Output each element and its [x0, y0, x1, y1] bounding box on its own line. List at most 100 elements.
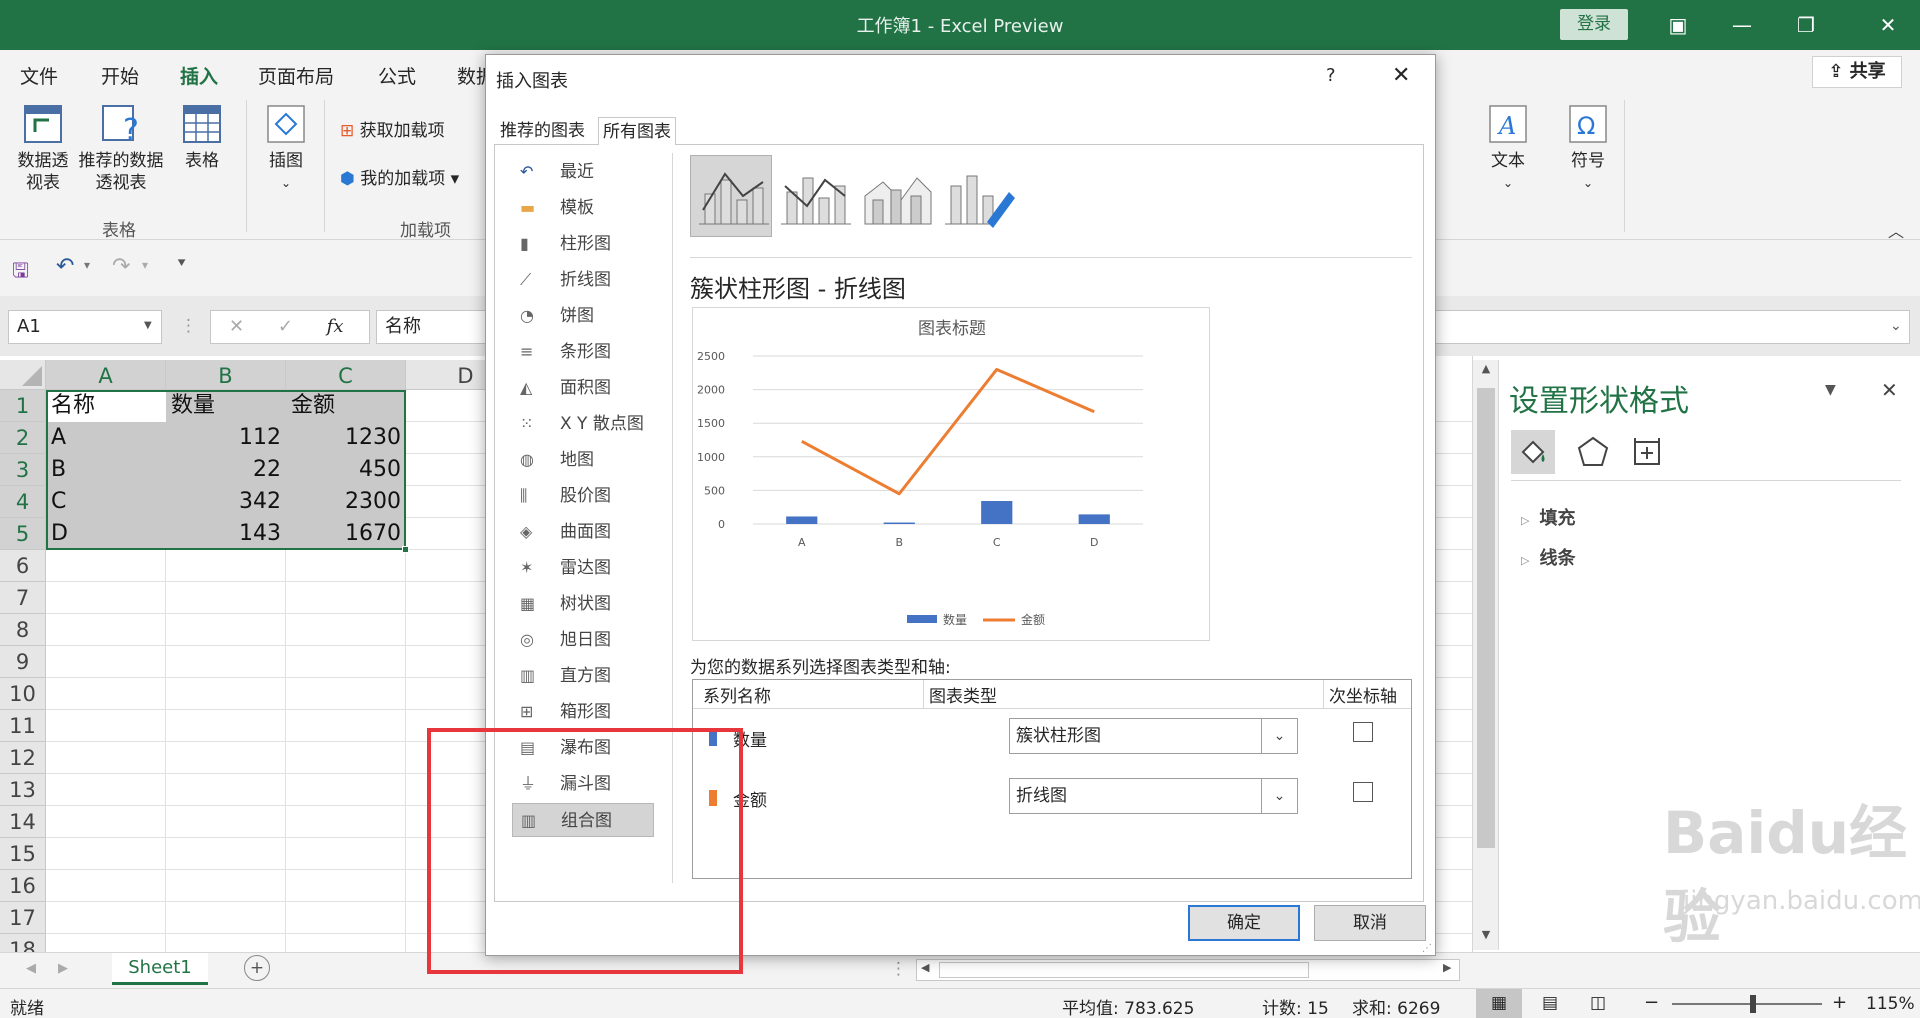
row-header[interactable]: 3: [0, 454, 46, 486]
undo-icon[interactable]: ↶: [56, 254, 74, 279]
chart-type-item[interactable]: ◭ 面积图: [512, 371, 654, 405]
close-window-icon[interactable]: ✕: [1856, 0, 1920, 50]
series-1-type-select[interactable]: 簇状柱形图 ⌄: [1009, 718, 1298, 754]
symbol-button[interactable]: Ω 符号 ⌄: [1560, 102, 1616, 194]
cell-b2[interactable]: 112: [166, 422, 286, 454]
row-header[interactable]: 5: [0, 518, 46, 550]
login-button[interactable]: 登录: [1560, 9, 1628, 40]
name-box[interactable]: A1: [8, 310, 162, 344]
next-sheet-icon[interactable]: ▶: [58, 961, 68, 976]
tab-page-layout[interactable]: 页面布局: [258, 62, 334, 89]
chart-type-item[interactable]: ◈ 曲面图: [512, 515, 654, 549]
zoom-in-icon[interactable]: +: [1832, 992, 1847, 1013]
cell-c5[interactable]: 1670: [286, 518, 406, 550]
chart-type-item[interactable]: ⁙ X Y 散点图: [512, 407, 654, 441]
row-header[interactable]: 4: [0, 486, 46, 518]
fill-line-tab[interactable]: [1511, 430, 1555, 474]
dialog-close-icon[interactable]: ✕: [1392, 63, 1410, 88]
cell-a1[interactable]: 名称: [46, 390, 166, 422]
column-header-c[interactable]: C: [286, 360, 406, 390]
chart-type-item[interactable]: ▮ 柱形图: [512, 227, 654, 261]
cell-a3[interactable]: B: [46, 454, 166, 486]
tab-insert[interactable]: 插入: [180, 62, 219, 98]
cancel-entry-icon[interactable]: ✕: [229, 316, 244, 337]
effects-pentagon-icon[interactable]: [1575, 434, 1611, 470]
insert-function-icon[interactable]: fx: [327, 316, 344, 337]
cell-c2[interactable]: 1230: [286, 422, 406, 454]
cell-c4[interactable]: 2300: [286, 486, 406, 518]
chart-type-item[interactable]: ▦ 树状图: [512, 587, 654, 621]
size-properties-icon[interactable]: [1629, 434, 1665, 470]
add-sheet-icon[interactable]: +: [244, 955, 270, 981]
cell-a5[interactable]: D: [46, 518, 166, 550]
zoom-slider-thumb[interactable]: [1750, 995, 1756, 1013]
share-button[interactable]: ⇪ 共享: [1812, 56, 1902, 88]
minimize-icon[interactable]: —: [1710, 0, 1774, 50]
zoom-slider[interactable]: [1672, 1003, 1822, 1005]
row-header[interactable]: 15: [0, 838, 46, 870]
chart-type-item[interactable]: ◍ 地图: [512, 443, 654, 477]
pivot-table-button[interactable]: 数据透视表: [10, 102, 76, 194]
chart-type-item[interactable]: ⟋ 折线图: [512, 263, 654, 297]
chart-type-item[interactable]: ▥ 直方图: [512, 659, 654, 693]
sheet-tab-sheet1[interactable]: Sheet1: [112, 953, 208, 985]
cell-a4[interactable]: C: [46, 486, 166, 518]
prev-sheet-icon[interactable]: ◀: [26, 961, 36, 976]
tab-file[interactable]: 文件: [20, 62, 58, 89]
restore-icon[interactable]: ❐: [1774, 0, 1838, 50]
page-break-view-icon[interactable]: ◫: [1590, 993, 1606, 1013]
page-layout-view-icon[interactable]: ▤: [1542, 993, 1558, 1013]
ok-button[interactable]: 确定: [1188, 905, 1300, 941]
get-addins-button[interactable]: ⊞ 获取加载项: [340, 120, 445, 142]
redo-icon[interactable]: ↷: [112, 254, 130, 279]
text-button[interactable]: A 文本 ⌄: [1480, 102, 1536, 194]
scroll-right-icon[interactable]: ▶: [1443, 961, 1451, 974]
chart-type-item[interactable]: ↶ 最近: [512, 155, 654, 189]
column-header-a[interactable]: A: [46, 360, 166, 390]
cell-b5[interactable]: 143: [166, 518, 286, 550]
scroll-left-icon[interactable]: ◀: [921, 961, 929, 974]
chart-type-item[interactable]: ✶ 雷达图: [512, 551, 654, 585]
confirm-entry-icon[interactable]: ✓: [278, 316, 293, 337]
row-header[interactable]: 11: [0, 710, 46, 742]
cell-b3[interactable]: 22: [166, 454, 286, 486]
row-header[interactable]: 1: [0, 390, 46, 422]
row-header[interactable]: 17: [0, 902, 46, 934]
help-icon[interactable]: ?: [1326, 65, 1336, 86]
zoom-out-icon[interactable]: −: [1644, 992, 1659, 1013]
recommended-pivot-button[interactable]: ? 推荐的数据透视表: [76, 102, 166, 194]
h-scroll-thumb[interactable]: [939, 962, 1309, 978]
scroll-thumb[interactable]: [1477, 388, 1495, 848]
resize-grip[interactable]: ⋰: [1422, 943, 1432, 954]
split-handle[interactable]: ⋮: [890, 959, 907, 979]
series-1-secondary-checkbox[interactable]: [1353, 722, 1373, 742]
scroll-up-icon[interactable]: ▲: [1476, 362, 1496, 382]
table-button[interactable]: 表格: [172, 102, 232, 172]
cell-c1[interactable]: 金额: [286, 390, 406, 422]
cell-c3[interactable]: 450: [286, 454, 406, 486]
pane-options-icon[interactable]: ▼: [1825, 382, 1836, 398]
row-header[interactable]: 13: [0, 774, 46, 806]
chart-type-item[interactable]: ◔ 饼图: [512, 299, 654, 333]
row-header[interactable]: 14: [0, 806, 46, 838]
ribbon-display-icon[interactable]: ▣: [1646, 0, 1710, 50]
close-pane-icon[interactable]: ✕: [1881, 378, 1898, 402]
row-header[interactable]: 9: [0, 646, 46, 678]
redo-dropdown-icon[interactable]: ▾: [142, 258, 148, 272]
row-header[interactable]: 12: [0, 742, 46, 774]
chart-type-item[interactable]: ◎ 旭日图: [512, 623, 654, 657]
subtype-column-line-secondary[interactable]: [772, 155, 854, 237]
normal-view-icon[interactable]: ▦: [1476, 989, 1522, 1018]
subtype-area-column[interactable]: [854, 155, 936, 237]
my-addins-button[interactable]: ⬢ 我的加载项 ▾: [340, 168, 459, 190]
row-header[interactable]: 16: [0, 870, 46, 902]
series-2-secondary-checkbox[interactable]: [1353, 782, 1373, 802]
tab-formulas[interactable]: 公式: [378, 62, 416, 89]
scroll-down-icon[interactable]: ▼: [1476, 928, 1496, 948]
save-icon[interactable]: 🖫: [12, 256, 29, 290]
chart-type-item[interactable]: ≡ 条形图: [512, 335, 654, 369]
cell-b4[interactable]: 342: [166, 486, 286, 518]
zoom-level[interactable]: 115%: [1866, 994, 1915, 1014]
cancel-button[interactable]: 取消: [1314, 905, 1426, 941]
tab-recommended-charts[interactable]: 推荐的图表: [496, 117, 589, 145]
